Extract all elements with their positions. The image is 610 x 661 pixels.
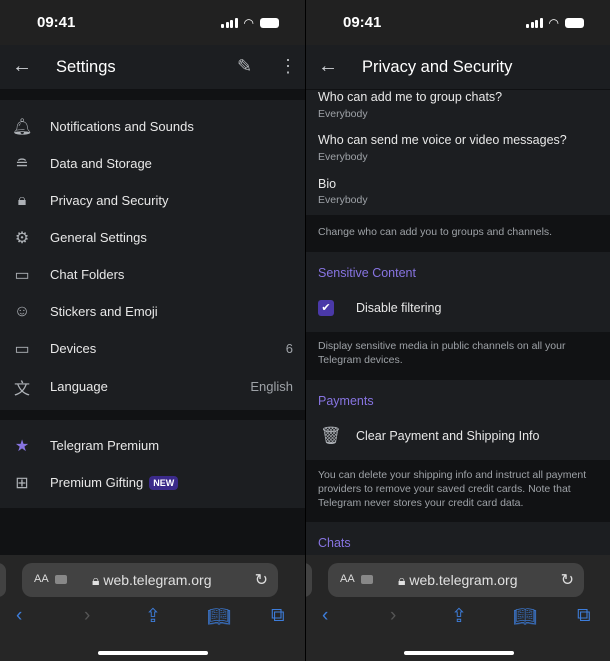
back-arrow-icon[interactable]: ← bbox=[318, 55, 338, 78]
chats-heading: Chats bbox=[318, 536, 351, 550]
settings-pane: 09:41 ◠ ← Settings ✎ ⋮ 🔔︎ Notifications a… bbox=[0, 0, 305, 661]
star-icon: ★ bbox=[14, 437, 30, 455]
reload-icon[interactable]: ↻ bbox=[255, 570, 268, 590]
wifi-icon: ◠ bbox=[243, 16, 254, 30]
checkmark-icon[interactable]: ✔ bbox=[318, 300, 334, 316]
bookmarks-icon[interactable]: 📖︎ bbox=[513, 605, 537, 629]
menu-item-language[interactable]: 文 Language English bbox=[0, 368, 305, 405]
url-bar[interactable]: AA 🔒︎ web.telegram.org ↻ bbox=[22, 563, 278, 597]
reader-aa-button[interactable]: AA bbox=[340, 573, 355, 585]
reader-aa-button[interactable]: AA bbox=[34, 573, 49, 585]
home-indicator bbox=[404, 651, 514, 655]
signal-icon bbox=[526, 18, 543, 28]
menu-item-premium[interactable]: ★ Telegram Premium bbox=[0, 427, 305, 464]
back-icon[interactable]: ‹ bbox=[322, 605, 328, 627]
tabs-icon[interactable]: ⧉ bbox=[271, 605, 285, 627]
pencil-icon[interactable]: ✎ bbox=[237, 56, 252, 77]
share-icon[interactable]: ⇪ bbox=[451, 605, 467, 628]
privacy-list: Who can add me to group chats? Everybody … bbox=[306, 90, 610, 215]
status-bar: 09:41 ◠ bbox=[306, 0, 610, 45]
devices-icon: ▭ bbox=[14, 340, 30, 358]
bookmarks-icon[interactable]: 📖︎ bbox=[207, 605, 231, 629]
url-bar[interactable]: AA 🔒︎ web.telegram.org ↻ bbox=[328, 563, 584, 597]
status-bar: 09:41 ◠ bbox=[0, 0, 305, 45]
menu-item-general[interactable]: ⚙ General Settings bbox=[0, 219, 305, 256]
more-vertical-icon[interactable]: ⋮ bbox=[279, 56, 297, 77]
wifi-icon: ◠ bbox=[548, 16, 559, 30]
settings-header: ← Settings ✎ ⋮ bbox=[0, 45, 305, 90]
menu-item-stickers[interactable]: ☺ Stickers and Emoji bbox=[0, 293, 305, 330]
sensitive-section: Sensitive Content ✔ Disable filtering bbox=[306, 252, 610, 332]
home-indicator bbox=[98, 651, 208, 655]
status-time: 09:41 bbox=[343, 14, 382, 31]
trash-icon: 🗑︎ bbox=[320, 426, 342, 445]
folder-icon: ▭ bbox=[14, 266, 30, 284]
prev-tab-url-bar[interactable] bbox=[0, 563, 6, 597]
translate-icon: 文 bbox=[13, 380, 30, 398]
devices-count: 6 bbox=[285, 341, 293, 356]
payments-hint: You can delete your shipping info and in… bbox=[318, 469, 587, 509]
extension-icon[interactable] bbox=[361, 575, 373, 584]
privacy-hint: Change who can add you to groups and cha… bbox=[318, 226, 553, 238]
menu-item-data-storage[interactable]: ≘ Data and Storage bbox=[0, 145, 305, 182]
bell-icon: 🔔︎ bbox=[12, 118, 33, 136]
battery-icon bbox=[565, 18, 584, 28]
premium-menu: ★ Telegram Premium ⊞ Premium Gifting NEW bbox=[0, 420, 305, 508]
gear-icon: ⚙ bbox=[14, 229, 30, 247]
status-time: 09:41 bbox=[37, 14, 76, 31]
menu-item-devices[interactable]: ▭ Devices 6 bbox=[0, 330, 305, 367]
sticker-icon: ☺ bbox=[13, 302, 31, 320]
share-icon[interactable]: ⇪ bbox=[145, 605, 161, 628]
settings-menu: 🔔︎ Notifications and Sounds ≘ Data and Sto… bbox=[0, 100, 305, 410]
safari-toolbar: AA 🔒︎ web.telegram.org ↻ ‹ › ⇪ 📖︎ ⧉ bbox=[306, 555, 610, 661]
battery-icon bbox=[260, 18, 279, 28]
sensitive-hint: Display sensitive media in public channe… bbox=[318, 340, 566, 366]
back-icon[interactable]: ‹ bbox=[16, 605, 22, 627]
menu-item-privacy[interactable]: 🔒︎ Privacy and Security bbox=[0, 182, 305, 219]
new-badge: NEW bbox=[149, 476, 179, 490]
menu-item-folders[interactable]: ▭ Chat Folders bbox=[0, 256, 305, 293]
payments-section: Payments 🗑︎ Clear Payment and Shipping I… bbox=[306, 380, 610, 460]
privacy-header: ← Privacy and Security bbox=[306, 45, 610, 90]
database-icon: ≘ bbox=[15, 155, 29, 173]
forward-icon[interactable]: › bbox=[84, 605, 90, 627]
extension-icon[interactable] bbox=[55, 575, 67, 584]
language-value: English bbox=[250, 379, 293, 394]
lock-icon: 🔒︎ bbox=[17, 191, 27, 209]
page-title: Settings bbox=[56, 58, 116, 76]
sensitive-heading: Sensitive Content bbox=[318, 266, 416, 280]
prev-tab-url-bar[interactable] bbox=[306, 563, 312, 597]
privacy-pane: 09:41 ◠ Who can add me to group chats? Ev… bbox=[305, 0, 610, 661]
url-text[interactable]: 🔒︎ web.telegram.org bbox=[92, 572, 212, 589]
menu-item-gifting[interactable]: ⊞ Premium Gifting NEW bbox=[0, 464, 305, 501]
back-arrow-icon[interactable]: ← bbox=[12, 55, 32, 78]
signal-icon bbox=[221, 18, 238, 28]
menu-item-notifications[interactable]: 🔔︎ Notifications and Sounds bbox=[0, 108, 305, 145]
forward-icon[interactable]: › bbox=[390, 605, 396, 627]
url-text[interactable]: 🔒︎ web.telegram.org bbox=[398, 572, 518, 589]
tabs-icon[interactable]: ⧉ bbox=[577, 605, 591, 627]
reload-icon[interactable]: ↻ bbox=[561, 570, 574, 590]
gift-icon: ⊞ bbox=[15, 474, 29, 492]
page-title: Privacy and Security bbox=[362, 58, 513, 76]
safari-toolbar: AA 🔒︎ web.telegram.org ↻ ‹ › ⇪ 📖︎ ⧉ bbox=[0, 555, 305, 661]
payments-heading: Payments bbox=[318, 394, 374, 408]
